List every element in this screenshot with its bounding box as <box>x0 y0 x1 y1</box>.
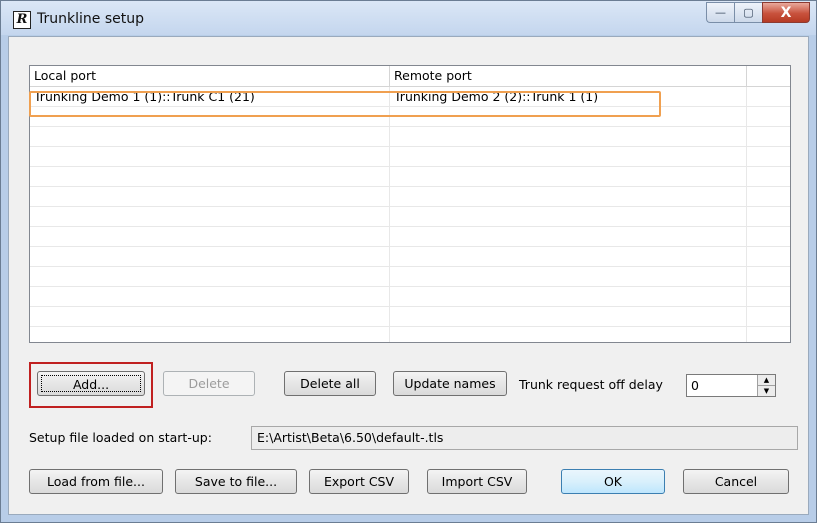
table-row[interactable] <box>30 287 790 307</box>
table-cell-local-port <box>30 207 390 226</box>
table-cell-extra <box>747 307 790 326</box>
table-row[interactable] <box>30 227 790 247</box>
table-row[interactable] <box>30 147 790 167</box>
delete-all-button[interactable]: Delete all <box>284 371 376 396</box>
table-cell-remote-port: Trunking Demo 2 (2)::Trunk 1 (1) <box>390 87 747 106</box>
close-icon: X <box>780 4 792 21</box>
table-cell-extra <box>747 147 790 166</box>
spin-buttons: ▲ ▼ <box>757 375 775 396</box>
trunk-delay-spinbox[interactable]: 0 ▲ ▼ <box>686 374 776 397</box>
table-cell-local-port <box>30 187 390 206</box>
table-cell-local-port <box>30 227 390 246</box>
table-cell-remote-port <box>390 207 747 226</box>
table-cell-local-port <box>30 247 390 266</box>
table-row[interactable] <box>30 107 790 127</box>
table-cell-extra <box>747 127 790 146</box>
app-logo-icon: R <box>13 11 31 29</box>
minimize-icon: — <box>715 6 726 19</box>
table-row[interactable] <box>30 207 790 227</box>
add-button[interactable]: Add... <box>37 371 145 396</box>
table-header: Local port Remote port <box>30 66 790 87</box>
table-cell-local-port <box>30 127 390 146</box>
table-cell-remote-port <box>390 327 747 342</box>
trunk-table[interactable]: Local port Remote port Trunking Demo 1 (… <box>29 65 791 343</box>
table-row[interactable]: Trunking Demo 1 (1)::Trunk C1 (21) Trunk… <box>30 87 790 107</box>
table-cell-remote-port <box>390 267 747 286</box>
dialog-client-area: Local port Remote port Trunking Demo 1 (… <box>8 36 809 515</box>
table-cell-local-port <box>30 147 390 166</box>
load-from-file-button[interactable]: Load from file... <box>29 469 163 494</box>
table-cell-extra <box>747 287 790 306</box>
table-cell-local-port: Trunking Demo 1 (1)::Trunk C1 (21) <box>30 87 390 106</box>
setup-file-label: Setup file loaded on start-up: <box>29 430 212 445</box>
minimize-button[interactable]: — <box>706 2 734 23</box>
trunk-delay-label: Trunk request off delay <box>519 377 663 392</box>
table-cell-remote-port <box>390 247 747 266</box>
table-cell-local-port <box>30 107 390 126</box>
table-cell-remote-port <box>390 147 747 166</box>
table-cell-remote-port <box>390 127 747 146</box>
cancel-button[interactable]: Cancel <box>683 469 789 494</box>
table-cell-remote-port <box>390 227 747 246</box>
spin-up-icon[interactable]: ▲ <box>758 375 775 386</box>
spin-down-icon[interactable]: ▼ <box>758 386 775 396</box>
table-cell-extra <box>747 167 790 186</box>
table-cell-extra <box>747 327 790 342</box>
column-header-extra[interactable] <box>747 66 790 86</box>
delete-button[interactable]: Delete <box>163 371 255 396</box>
setup-file-path-field: E:\Artist\Beta\6.50\default-.tls <box>251 426 798 450</box>
import-csv-button[interactable]: Import CSV <box>427 469 527 494</box>
table-row[interactable] <box>30 187 790 207</box>
table-row[interactable] <box>30 327 790 342</box>
window-title: Trunkline setup <box>37 11 144 27</box>
table-cell-local-port <box>30 287 390 306</box>
column-header-remote-port[interactable]: Remote port <box>390 66 747 86</box>
table-row[interactable] <box>30 127 790 147</box>
table-row[interactable] <box>30 247 790 267</box>
table-row[interactable] <box>30 307 790 327</box>
table-row[interactable] <box>30 267 790 287</box>
maximize-icon: ▢ <box>743 6 754 19</box>
table-row[interactable] <box>30 167 790 187</box>
table-cell-local-port <box>30 307 390 326</box>
table-cell-extra <box>747 187 790 206</box>
ok-button[interactable]: OK <box>561 469 665 494</box>
table-cell-extra <box>747 227 790 246</box>
table-cell-remote-port <box>390 107 747 126</box>
window-controls: — ▢ X <box>706 2 810 24</box>
table-cell-local-port <box>30 267 390 286</box>
export-csv-button[interactable]: Export CSV <box>309 469 409 494</box>
table-cell-extra <box>747 87 790 106</box>
table-cell-local-port <box>30 167 390 186</box>
add-button-label: Add... <box>41 375 141 392</box>
table-cell-extra <box>747 247 790 266</box>
maximize-button[interactable]: ▢ <box>734 2 762 23</box>
table-cell-remote-port <box>390 307 747 326</box>
table-cell-extra <box>747 267 790 286</box>
title-bar[interactable]: R Trunkline setup — ▢ X <box>1 1 816 35</box>
table-cell-remote-port <box>390 287 747 306</box>
save-to-file-button[interactable]: Save to file... <box>175 469 297 494</box>
table-cell-remote-port <box>390 167 747 186</box>
table-cell-extra <box>747 207 790 226</box>
table-cell-remote-port <box>390 187 747 206</box>
column-header-local-port[interactable]: Local port <box>30 66 390 86</box>
trunk-delay-value: 0 <box>691 378 699 393</box>
table-cell-local-port <box>30 327 390 342</box>
close-button[interactable]: X <box>762 2 810 23</box>
table-cell-extra <box>747 107 790 126</box>
update-names-button[interactable]: Update names <box>393 371 507 396</box>
